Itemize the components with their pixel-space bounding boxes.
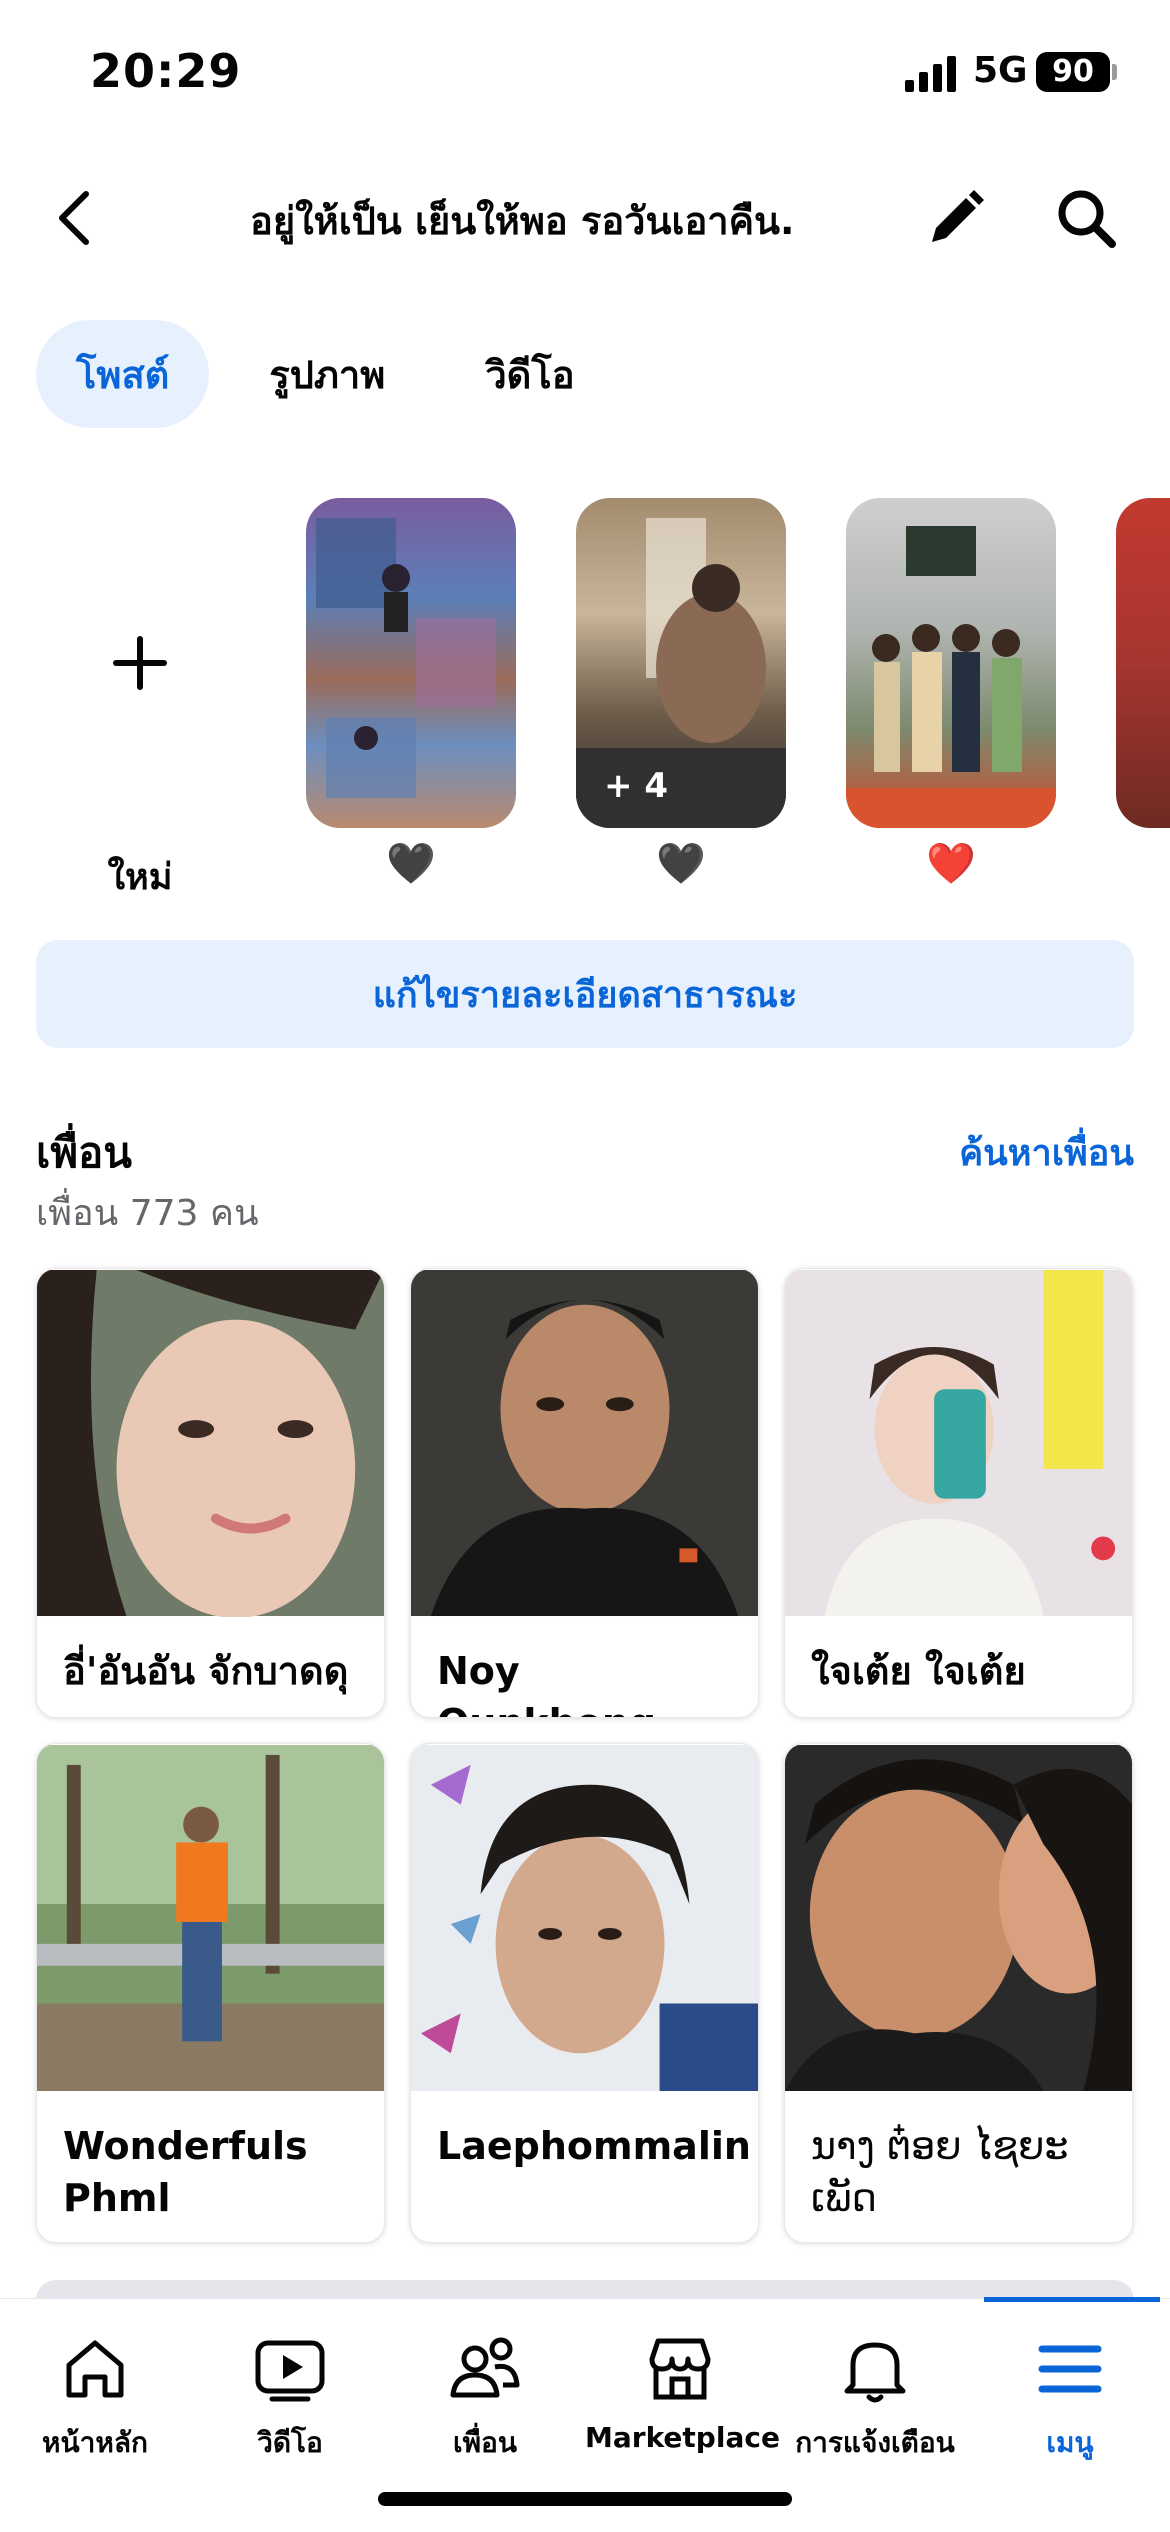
home-icon: [66, 2340, 124, 2398]
highlight-thumbnail: [846, 526, 1056, 828]
signal-icon: [905, 56, 956, 92]
marketplace-icon: [649, 2338, 711, 2400]
profile-tabs: โพสต์ รูปภาพ วิดีโอ: [36, 320, 615, 428]
friend-photo: [411, 1744, 758, 2092]
highlight-emoji: 🖤: [386, 841, 436, 887]
friend-name: อี่'อันอัน จักบาดดุ: [63, 1649, 349, 1693]
friend-name: Noy Ounkhong: [437, 1649, 656, 1717]
friend-card[interactable]: Noy Ounkhong: [410, 1268, 759, 1718]
tab-photos[interactable]: รูปภาพ: [229, 320, 425, 428]
nav-friends-label: เพื่อน: [453, 2426, 517, 2459]
friend-name: ນາງ ຕ໋ອຍ ໄຊຍະເພັດ: [811, 2124, 1069, 2220]
friend-card[interactable]: Laephommalin: [410, 1743, 759, 2243]
nav-menu-label: เมนู: [1046, 2426, 1094, 2459]
chevron-left-icon: [59, 191, 89, 245]
friend-photo: [785, 1744, 1132, 2092]
highlight-item[interactable]: [306, 498, 516, 828]
menu-icon: [1038, 2345, 1102, 2393]
bell-icon: [844, 2342, 906, 2403]
highlight-emoji: ❤️: [926, 841, 976, 887]
tab-posts[interactable]: โพสต์: [36, 320, 210, 428]
highlight-thumbnail: [316, 518, 496, 798]
plus-icon: [113, 636, 167, 690]
highlight-more-count: + 4: [604, 766, 668, 806]
friend-photo: [37, 1269, 384, 1618]
search-icon: [1058, 190, 1116, 248]
find-friends-link[interactable]: ค้นหาเพื่อน: [959, 1124, 1134, 1181]
highlight-item[interactable]: [1116, 498, 1170, 828]
nav-home[interactable]: หน้าหลัก: [0, 2329, 190, 2465]
network-type: 5G: [973, 50, 1028, 91]
edit-button[interactable]: [920, 182, 992, 254]
edit-public-details-button[interactable]: แก้ไขรายละเอียดสาธารณะ: [36, 940, 1134, 1048]
search-button[interactable]: [1050, 182, 1122, 254]
friend-photo: [37, 1744, 384, 2092]
page-title: อยู่ให้เป็น เย็นให้พอ รอวันเอาคืน.: [250, 199, 795, 243]
nav-marketplace-label: Marketplace: [585, 2421, 780, 2454]
friends-count: เพื่อน 773 คน: [36, 1193, 259, 1234]
friend-photo: [411, 1269, 758, 1617]
new-highlight-button[interactable]: [60, 498, 220, 828]
nav-menu[interactable]: เมนู: [975, 2329, 1165, 2465]
tab-videos[interactable]: วิดีโอ: [445, 320, 614, 428]
friends-section-title: เพื่อน: [36, 1128, 132, 1177]
status-bar: 20:29 5G 90: [0, 0, 1170, 150]
friend-card[interactable]: อี่'อันอัน จักบาดดุ: [36, 1268, 385, 1718]
status-time: 20:29: [90, 44, 242, 98]
friend-card[interactable]: Wonderfuls Phml: [36, 1743, 385, 2243]
highlights-row: ใหม่ 🖤 + 4 🖤 ❤️: [0, 498, 1170, 898]
nav-home-label: หน้าหลัก: [42, 2426, 148, 2459]
home-indicator: [378, 2492, 792, 2506]
nav-notifications-label: การแจ้งเตือน: [795, 2426, 955, 2459]
friend-card[interactable]: ນາງ ຕ໋ອຍ ໄຊຍະເພັດ: [784, 1743, 1133, 2243]
nav-friends[interactable]: เพื่อน: [390, 2329, 580, 2465]
highlight-item[interactable]: [846, 498, 1056, 828]
highlight-emoji: 🖤: [656, 841, 706, 887]
nav-video[interactable]: วิดีโอ: [195, 2329, 385, 2465]
friend-photo: [785, 1269, 1132, 1617]
active-tab-indicator: [984, 2297, 1160, 2302]
friend-name: Laephommalin: [437, 2124, 751, 2168]
friend-name: Wonderfuls Phml: [63, 2124, 308, 2220]
friend-name: ใจเต้ย ใจเต้ย: [811, 1649, 1026, 1693]
highlight-item[interactable]: + 4: [576, 498, 786, 828]
friend-card[interactable]: ใจเต้ย ใจเต้ย: [784, 1268, 1133, 1718]
new-highlight-label: ใหม่: [107, 857, 173, 898]
profile-header: อยู่ให้เป็น เย็นให้พอ รอวันเอาคืน.: [0, 150, 1170, 290]
video-icon: [255, 2340, 325, 2402]
friends-grid: อี่'อันอัน จักบาดดุ Noy Ounkhong ใจเต้ย …: [36, 1268, 1134, 2243]
nav-marketplace[interactable]: Marketplace: [585, 2329, 780, 2454]
battery-icon: 90: [1036, 52, 1110, 92]
nav-notifications[interactable]: การแจ้งเตือน: [780, 2329, 970, 2465]
back-button[interactable]: [44, 178, 104, 258]
pencil-icon: [932, 190, 984, 242]
nav-video-label: วิดีโอ: [257, 2426, 323, 2459]
battery-cap: [1112, 64, 1117, 80]
friends-icon: [450, 2337, 520, 2398]
